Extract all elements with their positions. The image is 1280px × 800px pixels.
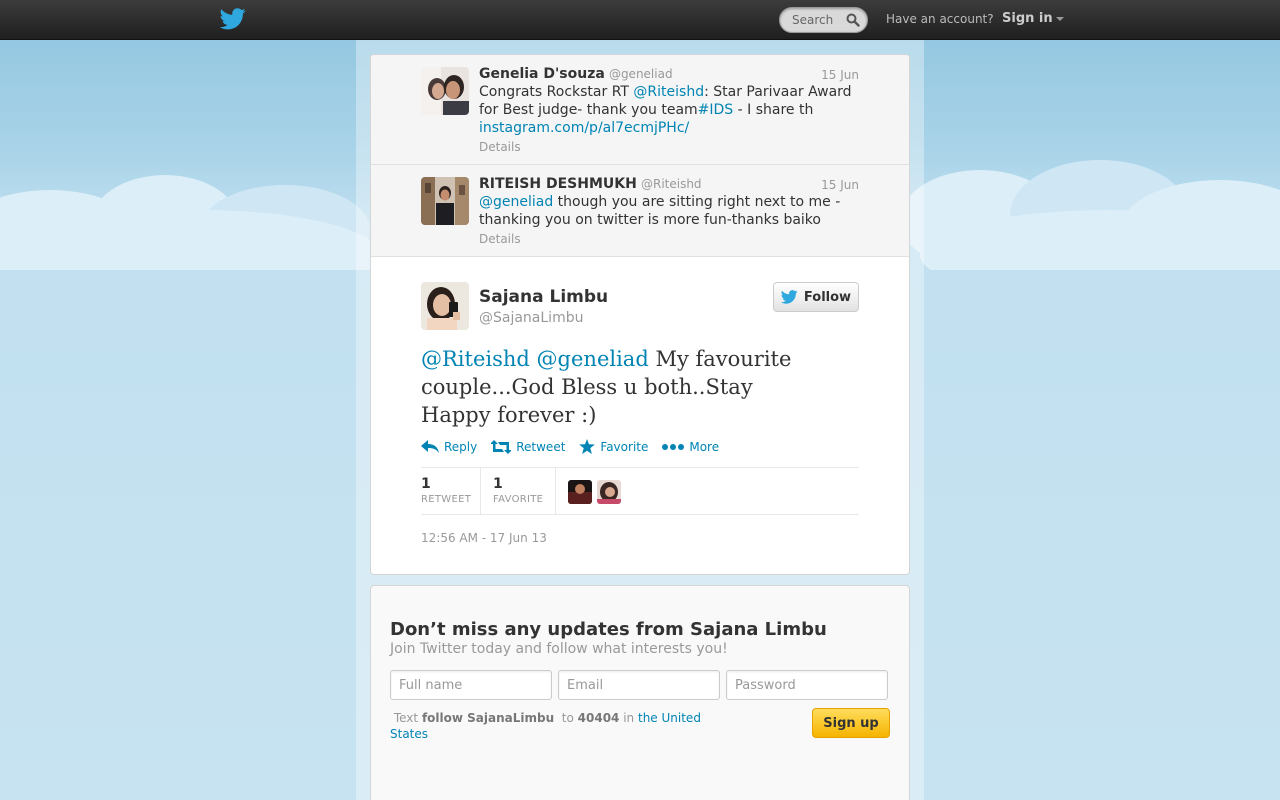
sms-follow-command: follow SajanaLimbu <box>421 711 555 725</box>
details-link[interactable]: Details <box>479 140 521 154</box>
caret-down-icon[interactable] <box>1055 16 1064 21</box>
hashtag-link[interactable]: #IDS <box>698 102 734 118</box>
favorite-count-label[interactable]: FAVORITE <box>493 494 543 505</box>
context-tweet[interactable]: Genelia D'souza @geneliad 15 Jun Congrat… <box>371 55 909 165</box>
mention-link[interactable]: @geneliad <box>479 194 553 210</box>
tweet-stats: 1 RETWEET 1 FAVORITE <box>421 467 859 515</box>
tweet-actions: Reply Retweet Favorite More <box>421 439 719 454</box>
retweet-count-value[interactable]: 1 <box>421 476 431 492</box>
tweet-text-prefix: Congrats Rockstar RT <box>479 84 634 100</box>
favoriter-avatar[interactable] <box>568 480 592 504</box>
retweet-count[interactable]: 1 RETWEET <box>421 468 481 514</box>
tweet-timestamp[interactable]: 12:56 AM - 17 Jun 13 <box>421 531 547 545</box>
mention-link[interactable]: @Riteishd <box>421 347 530 371</box>
top-navigation-bar: Have an account? Sign in <box>0 0 1280 40</box>
tweet-date[interactable]: 15 Jun <box>821 178 859 192</box>
sms-text-word: Text <box>393 711 419 725</box>
signup-panel: Don’t miss any updates from Sajana Limbu… <box>370 585 910 800</box>
full-name-field[interactable] <box>390 670 552 700</box>
details-link[interactable]: Details <box>479 232 521 246</box>
retweet-label[interactable]: Retweet <box>516 440 565 454</box>
retweet-count-label[interactable]: RETWEET <box>421 494 471 505</box>
more-button[interactable]: More <box>662 439 719 454</box>
mention-link[interactable]: @geneliad <box>537 347 649 371</box>
author-name[interactable]: Sajana Limbu <box>479 287 608 307</box>
retweet-button[interactable]: Retweet <box>491 439 565 454</box>
search-input[interactable] <box>780 8 848 32</box>
avatar[interactable] <box>421 177 469 225</box>
reply-label[interactable]: Reply <box>444 440 477 454</box>
author-name[interactable]: RITEISH DESHMUKH <box>479 176 637 192</box>
avatar[interactable] <box>421 67 469 115</box>
reply-button[interactable]: Reply <box>421 439 477 454</box>
sms-in-word: in <box>623 711 635 725</box>
have-account-text: Have an account? <box>886 12 994 26</box>
author-handle[interactable]: @geneliad <box>609 67 673 81</box>
retweet-icon <box>491 439 512 454</box>
author-name[interactable]: Genelia D'souza <box>479 66 605 82</box>
tweet-date[interactable]: 15 Jun <box>821 68 859 82</box>
context-tweet[interactable]: RITEISH DESHMUKH @Riteishd 15 Jun @genel… <box>371 165 909 257</box>
search-box[interactable] <box>779 7 868 33</box>
password-field[interactable] <box>726 670 888 700</box>
favorite-count-value[interactable]: 1 <box>493 476 503 492</box>
favoriter-avatar[interactable] <box>597 480 621 504</box>
follow-button[interactable]: Follow <box>773 282 859 312</box>
twitter-bird-icon <box>780 290 798 304</box>
tweet-text-suffix: - I share th <box>733 102 814 118</box>
sms-shortcode: 40404 <box>577 711 620 725</box>
sms-follow-text: Text follow SajanaLimbu to 40404 in the … <box>390 710 720 742</box>
sign-in-menu[interactable]: Sign in <box>1002 11 1064 26</box>
author-handle[interactable]: @Riteishd <box>641 177 702 191</box>
sms-to-word: to <box>561 711 574 725</box>
email-field[interactable] <box>558 670 720 700</box>
favorite-count[interactable]: 1 FAVORITE <box>481 468 556 514</box>
reply-icon <box>421 439 439 453</box>
sign-in-label[interactable]: Sign in <box>1002 11 1053 26</box>
more-dots-icon <box>662 443 685 450</box>
url-link[interactable]: instagram.com/p/al7ecmjPHc/ <box>479 120 689 136</box>
tweet-text: @geneliad though you are sitting right n… <box>479 193 863 229</box>
more-label[interactable]: More <box>689 440 719 454</box>
author-avatar[interactable] <box>421 282 469 330</box>
tweet-panel: Genelia D'souza @geneliad 15 Jun Congrat… <box>370 54 910 575</box>
mention-link[interactable]: @Riteishd <box>633 84 704 100</box>
star-icon <box>579 439 596 454</box>
sign-up-button[interactable]: Sign up <box>812 708 890 738</box>
favorite-label[interactable]: Favorite <box>600 440 648 454</box>
favorite-button[interactable]: Favorite <box>579 439 648 454</box>
author-handle[interactable]: @SajanaLimbu <box>479 310 583 326</box>
twitter-bird-icon[interactable] <box>220 8 246 30</box>
search-icon[interactable] <box>846 13 860 27</box>
follow-label[interactable]: Follow <box>804 290 851 305</box>
tweet-text: Congrats Rockstar RT @Riteishd: Star Par… <box>479 83 863 137</box>
main-tweet-text: @Riteishd @geneliad My favourite couple.… <box>421 345 821 429</box>
signup-subtitle: Join Twitter today and follow what inter… <box>390 641 728 657</box>
signup-title: Don’t miss any updates from Sajana Limbu <box>390 619 827 640</box>
